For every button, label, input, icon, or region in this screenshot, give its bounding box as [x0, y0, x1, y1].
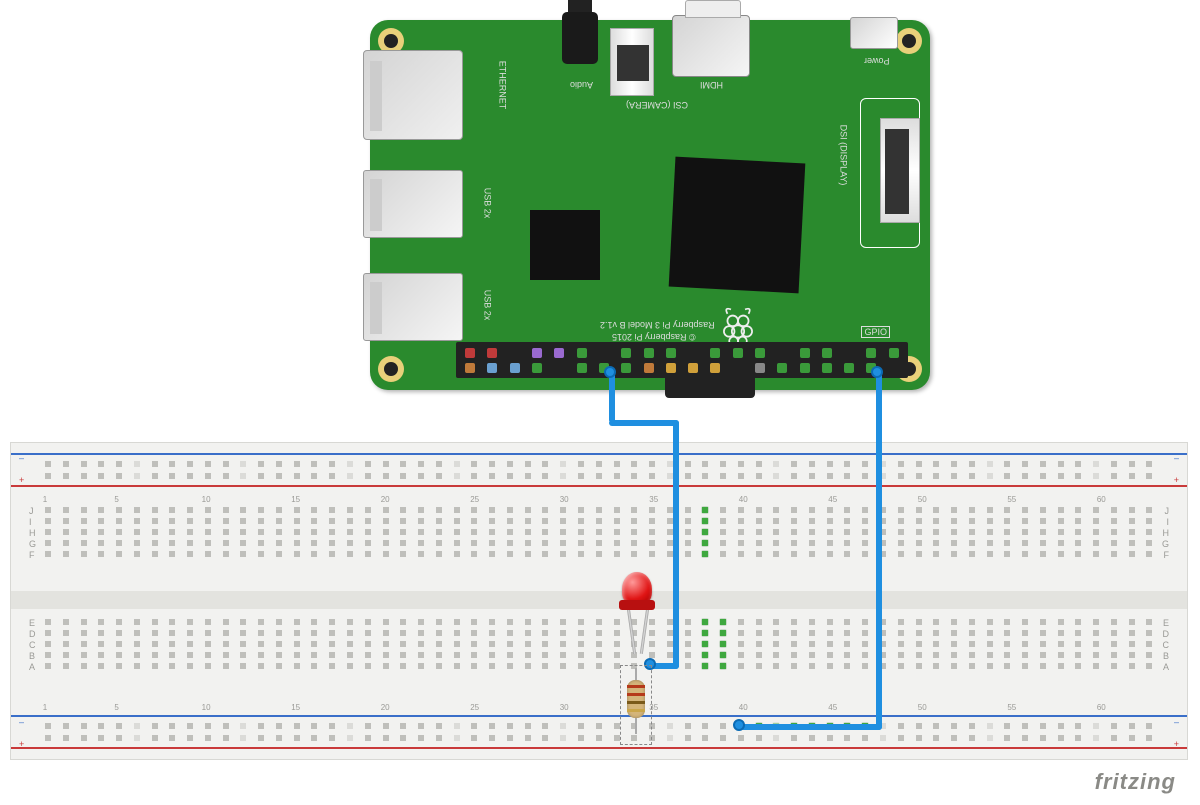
fritzing-watermark: fritzing: [1095, 769, 1176, 795]
wire-end-icon: [871, 366, 883, 378]
gpio-pin: [688, 363, 698, 373]
gpio-pin: [889, 348, 899, 358]
audio-jack: [562, 12, 598, 64]
power-label: Power: [864, 56, 890, 66]
gpio-pin: [644, 348, 654, 358]
gpio-pin: [621, 348, 631, 358]
chip-small: [530, 210, 600, 280]
wire-gpio-signal: [609, 373, 615, 423]
led-component: [622, 572, 652, 606]
gpio-pin: [666, 363, 676, 373]
gpio-label: GPIO: [861, 326, 890, 338]
csi-connector: [610, 28, 654, 96]
gpio-pin: [554, 348, 564, 358]
gpio-pin: [733, 348, 743, 358]
board-model-text: Raspberry Pi 3 Model B v1.2: [600, 320, 715, 330]
gpio-pin: [487, 363, 497, 373]
gpio-pin: [644, 363, 654, 373]
gpio-pin: [599, 348, 609, 358]
wire-ground: [740, 724, 882, 730]
board-copyright-text: © Raspberry Pi 2015: [612, 332, 696, 342]
gpio-pin: [800, 363, 810, 373]
gpio-pin: [577, 363, 587, 373]
wire-end-icon: [604, 366, 616, 378]
gpio-pin: [755, 348, 765, 358]
audio-label: Audio: [570, 80, 593, 90]
gpio-pin: [621, 363, 631, 373]
gpio-header: [456, 342, 908, 378]
ethernet-port: [363, 50, 463, 140]
gpio-pin: [532, 363, 542, 373]
wire-gpio-signal: [609, 420, 679, 426]
gpio-pin: [510, 348, 520, 358]
resistor-component: [627, 680, 645, 718]
gpio-pin: [755, 363, 765, 373]
gpio-pin: [688, 348, 698, 358]
gpio-pin: [532, 348, 542, 358]
raspberry-pi-board: ETHERNET USB 2x USB 2x Audio CSI (CAMERA…: [370, 20, 930, 390]
dsi-connector: [880, 118, 920, 223]
power-micro-usb: [850, 17, 898, 49]
gpio-pin: [777, 348, 787, 358]
csi-label: CSI (CAMERA): [626, 100, 688, 110]
wire-gpio-signal: [673, 420, 679, 669]
gpio-pin: [844, 348, 854, 358]
gpio-pin: [889, 363, 899, 373]
gpio-pin: [554, 363, 564, 373]
wire-end-icon: [733, 719, 745, 731]
gpio-pin: [666, 348, 676, 358]
usb-ports-1: [363, 170, 463, 238]
gpio-pin: [777, 363, 787, 373]
gpio-pin: [733, 363, 743, 373]
wire-ground: [876, 373, 882, 730]
gpio-pin: [510, 363, 520, 373]
usb-label-1: USB 2x: [482, 188, 492, 219]
gpio-pin: [465, 348, 475, 358]
chip-soc: [669, 157, 806, 294]
gpio-pin: [465, 363, 475, 373]
dsi-label: DSI (DISPLAY): [839, 125, 849, 186]
resistor-leg: [635, 716, 637, 734]
ethernet-label: ETHERNET: [497, 61, 507, 110]
breadboard: – + – + – + – + JJIIHHGGFFEEDDCCBBAA1155…: [10, 442, 1188, 760]
gpio-pin: [710, 348, 720, 358]
gpio-pin: [866, 348, 876, 358]
hdmi-label: HDMI: [700, 80, 723, 90]
gpio-pin: [822, 348, 832, 358]
usb-ports-2: [363, 273, 463, 341]
usb-label-2: USB 2x: [482, 290, 492, 321]
gpio-pin: [822, 363, 832, 373]
hdmi-port: [672, 15, 750, 77]
gpio-pin: [487, 348, 497, 358]
gpio-pin: [577, 348, 587, 358]
gpio-pin: [800, 348, 810, 358]
gpio-pin: [710, 363, 720, 373]
gpio-pin: [844, 363, 854, 373]
